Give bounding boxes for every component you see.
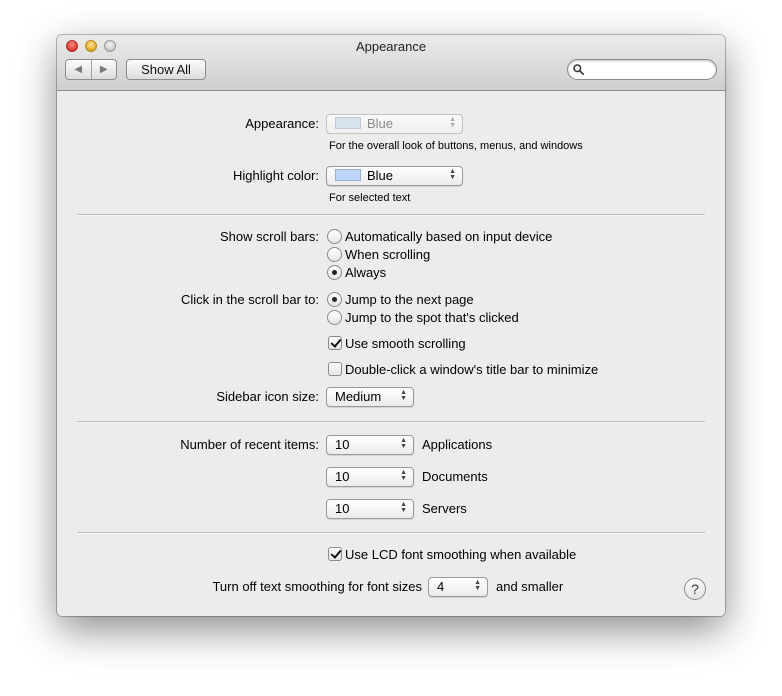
title-bar: Appearance ◀ ▶ Show All bbox=[57, 35, 725, 91]
scrollbars-option-when-scrolling[interactable]: When scrolling bbox=[345, 247, 430, 262]
highlight-value: Blue bbox=[367, 168, 394, 183]
appearance-swatch bbox=[335, 117, 361, 129]
recent-documents-value: 10 bbox=[335, 469, 350, 484]
forward-button[interactable]: ▶ bbox=[90, 60, 117, 79]
help-button[interactable]: ? bbox=[684, 578, 706, 600]
highlight-label: Highlight color: bbox=[233, 168, 319, 183]
scrollbars-option-always[interactable]: Always bbox=[345, 265, 386, 280]
sidebar-icon-size-value: Medium bbox=[335, 389, 382, 404]
back-forward-control: ◀ ▶ bbox=[65, 59, 117, 80]
sidebar-icon-size-label: Sidebar icon size: bbox=[216, 389, 319, 404]
back-arrow-icon: ◀ bbox=[74, 64, 83, 75]
radio-when-scrolling[interactable] bbox=[327, 247, 342, 262]
recent-applications-popup[interactable]: 10 ▲ ▼ bbox=[326, 435, 414, 455]
popup-arrows-icon: ▲ ▼ bbox=[400, 389, 407, 402]
click-option-next-page[interactable]: Jump to the next page bbox=[345, 292, 474, 307]
highlight-note: For selected text bbox=[329, 192, 411, 204]
recent-applications-label: Applications bbox=[422, 437, 493, 452]
text-smoothing-prefix: Turn off text smoothing for font sizes bbox=[212, 579, 422, 594]
preferences-window: Appearance ◀ ▶ Show All Appearance: Blue… bbox=[57, 35, 725, 616]
popup-arrows-icon: ▲ ▼ bbox=[449, 116, 456, 129]
forward-arrow-icon: ▶ bbox=[99, 64, 108, 75]
font-size-popup[interactable]: 4 ▲ ▼ bbox=[428, 577, 488, 597]
recent-items-label: Number of recent items: bbox=[180, 437, 319, 452]
popup-arrows-icon: ▲ ▼ bbox=[400, 469, 407, 482]
appearance-popup[interactable]: Blue ▲ ▼ bbox=[326, 114, 463, 134]
highlight-color-popup[interactable]: Blue ▲ ▼ bbox=[326, 166, 463, 186]
radio-always[interactable] bbox=[327, 265, 342, 280]
show-all-button[interactable]: Show All bbox=[126, 59, 206, 80]
font-size-value: 4 bbox=[437, 579, 445, 594]
popup-arrows-icon: ▲ ▼ bbox=[474, 579, 481, 592]
recent-documents-label: Documents bbox=[422, 469, 488, 484]
recent-servers-value: 10 bbox=[335, 501, 350, 516]
separator bbox=[77, 532, 705, 534]
radio-jump-spot[interactable] bbox=[327, 310, 342, 325]
lcd-smoothing-label[interactable]: Use LCD font smoothing when available bbox=[345, 547, 576, 562]
radio-auto-scrollbars[interactable] bbox=[327, 229, 342, 244]
click-option-spot[interactable]: Jump to the spot that's clicked bbox=[345, 310, 519, 325]
help-icon: ? bbox=[691, 581, 699, 597]
double-click-minimize-label[interactable]: Double-click a window's title bar to min… bbox=[345, 362, 598, 377]
recent-documents-popup[interactable]: 10 ▲ ▼ bbox=[326, 467, 414, 487]
popup-arrows-icon: ▲ ▼ bbox=[400, 501, 407, 514]
highlight-swatch bbox=[335, 169, 361, 181]
lcd-smoothing-checkbox[interactable] bbox=[328, 547, 342, 561]
recent-servers-popup[interactable]: 10 ▲ ▼ bbox=[326, 499, 414, 519]
recent-servers-label: Servers bbox=[422, 501, 467, 516]
appearance-value: Blue bbox=[367, 116, 394, 131]
scroll-bars-label: Show scroll bars: bbox=[220, 229, 319, 244]
smooth-scrolling-label[interactable]: Use smooth scrolling bbox=[345, 336, 466, 351]
double-click-minimize-checkbox[interactable] bbox=[328, 362, 342, 376]
radio-jump-next-page[interactable] bbox=[327, 292, 342, 307]
scrollbars-option-auto[interactable]: Automatically based on input device bbox=[345, 229, 552, 244]
click-scroll-label: Click in the scroll bar to: bbox=[181, 292, 319, 307]
back-button[interactable]: ◀ bbox=[66, 60, 91, 79]
window-title: Appearance bbox=[355, 39, 427, 54]
preferences-content: Appearance: Blue ▲ ▼ For the overall look… bbox=[57, 91, 725, 616]
separator bbox=[77, 421, 705, 423]
text-smoothing-suffix: and smaller bbox=[496, 579, 564, 594]
search-input[interactable] bbox=[567, 59, 717, 80]
popup-arrows-icon: ▲ ▼ bbox=[400, 437, 407, 450]
recent-applications-value: 10 bbox=[335, 437, 350, 452]
sidebar-icon-size-popup[interactable]: Medium ▲ ▼ bbox=[326, 387, 414, 407]
appearance-label: Appearance: bbox=[245, 116, 319, 131]
search-icon bbox=[573, 64, 584, 75]
separator bbox=[77, 214, 705, 216]
appearance-note: For the overall look of buttons, menus, … bbox=[329, 140, 583, 152]
smooth-scrolling-checkbox[interactable] bbox=[328, 336, 342, 350]
popup-arrows-icon: ▲ ▼ bbox=[449, 168, 456, 181]
